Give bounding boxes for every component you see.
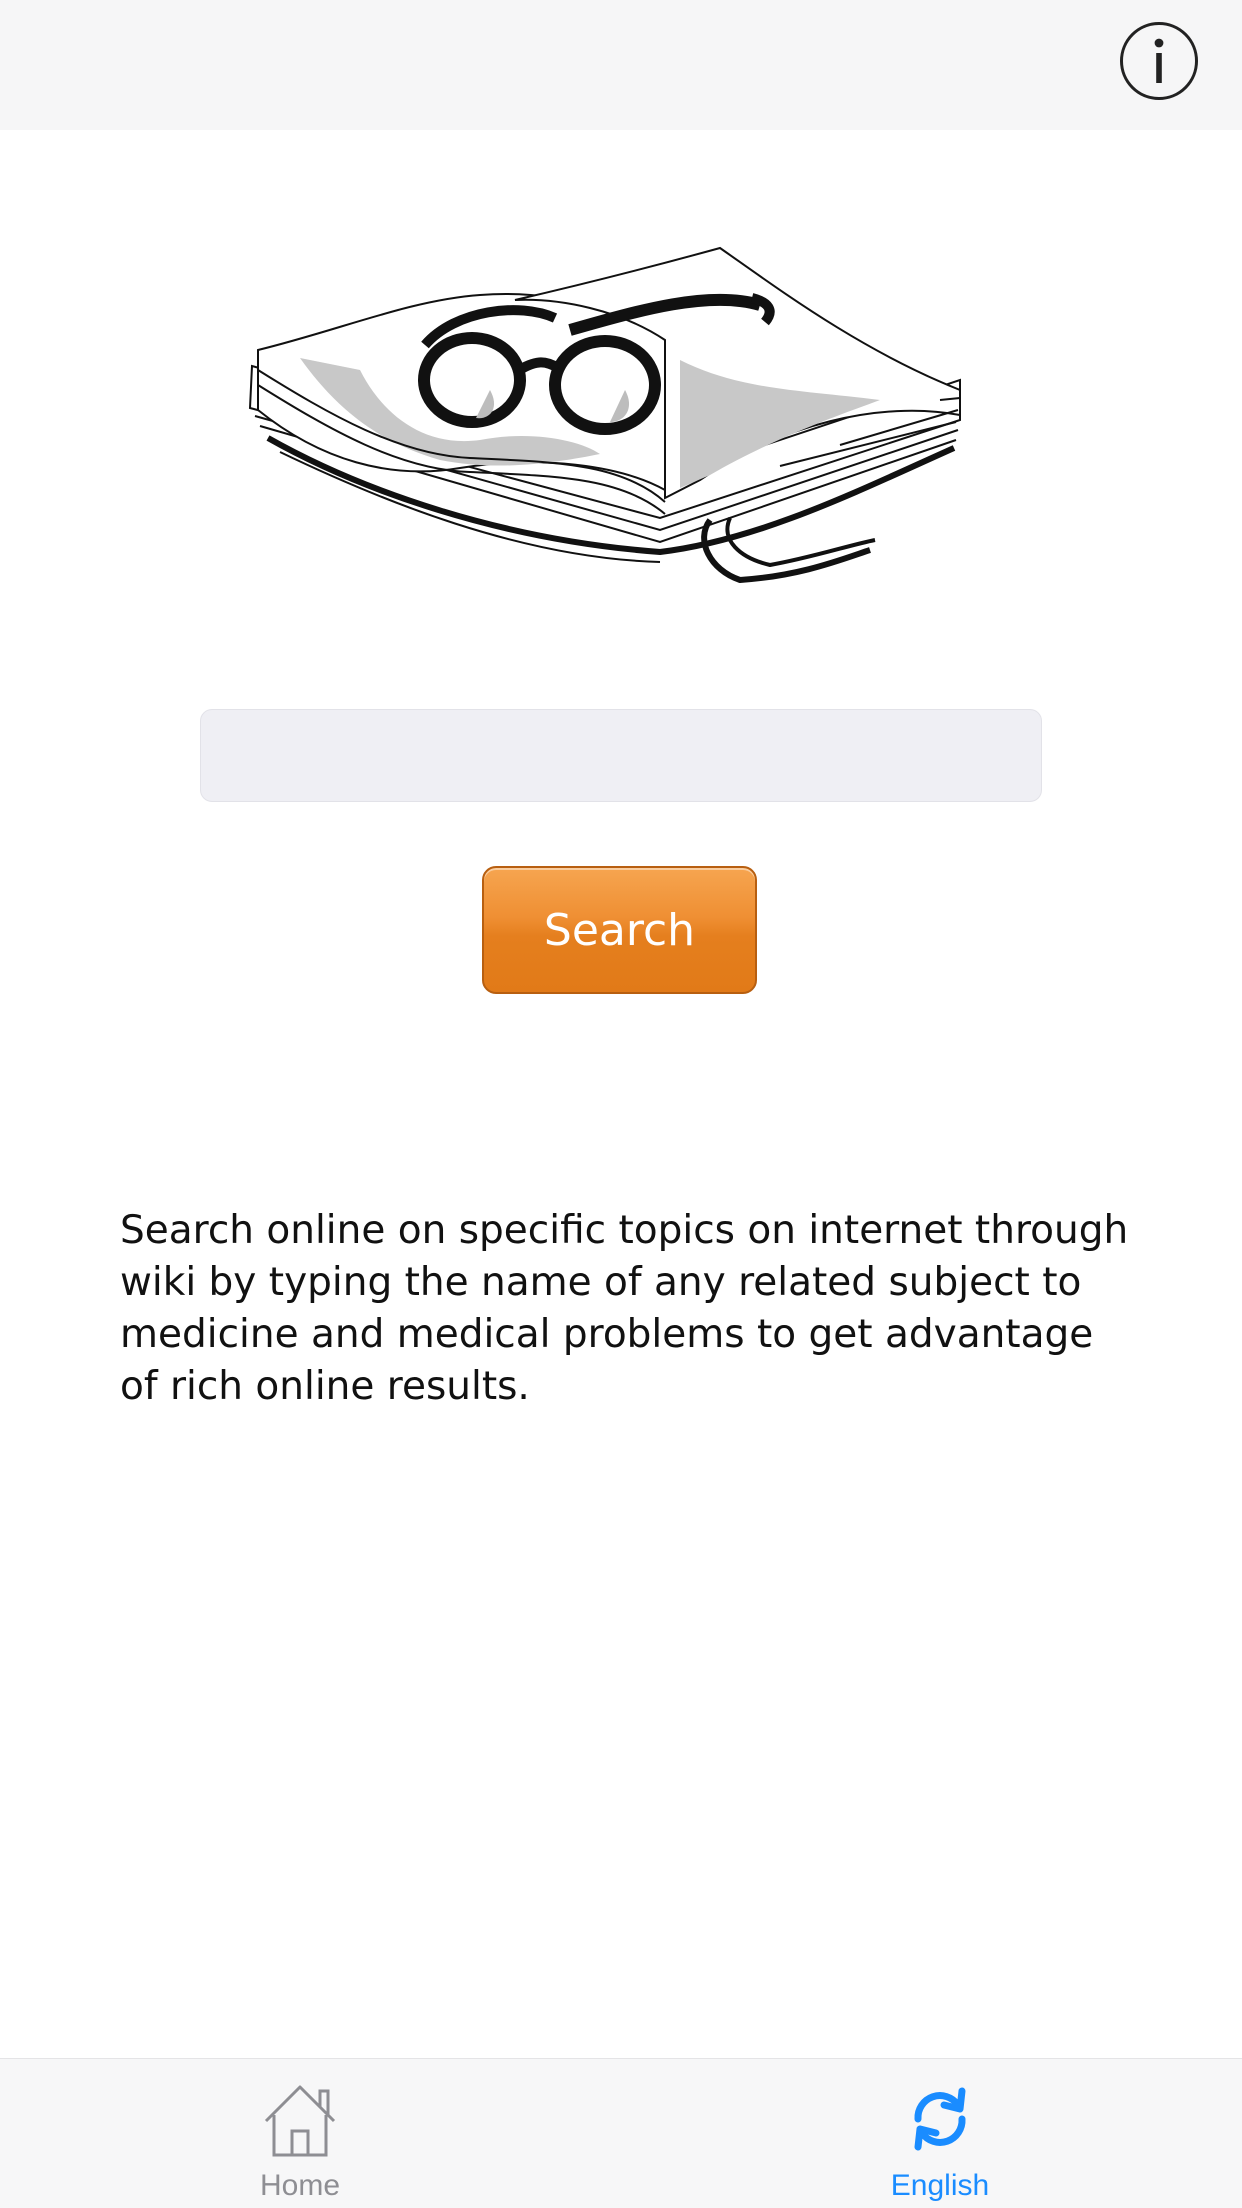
tab-home[interactable]: Home [180, 2059, 420, 2208]
tab-home-label: Home [259, 2169, 341, 2202]
navigation-bar [0, 0, 1242, 130]
screen: Search Search online on specific topics … [0, 0, 1242, 2208]
info-icon [1154, 38, 1164, 83]
search-input[interactable] [200, 709, 1042, 802]
book-with-glasses-illustration [248, 246, 961, 584]
info-button[interactable] [1120, 22, 1198, 100]
description-text: Search online on specific topics on inte… [120, 1208, 1129, 1409]
home-icon [264, 2085, 336, 2157]
search-button[interactable]: Search [482, 866, 757, 994]
tab-bar: Home English [0, 2058, 1242, 2208]
tab-english[interactable]: English [820, 2059, 1060, 2208]
refresh-icon [914, 2087, 966, 2151]
tab-english-label: English [890, 2169, 990, 2202]
